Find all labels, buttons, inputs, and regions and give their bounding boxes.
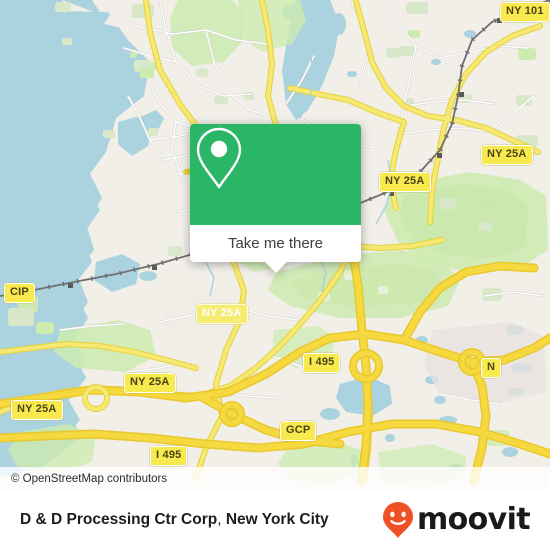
popup-tail — [264, 262, 287, 273]
take-me-there-label: Take me there — [227, 235, 324, 252]
shield-i-495-south: I 495 — [150, 446, 188, 466]
map-pin-icon — [196, 127, 242, 189]
map-canvas[interactable]: NY 101 NY 25A NY 25A CIP NY 25A I 495 N … — [0, 0, 550, 490]
moovit-pin-smiley-icon — [382, 502, 413, 538]
shield-ny-25a-center: NY 25A — [196, 304, 248, 324]
place-city: New York City — [225, 511, 329, 528]
osm-attribution-bar: © OpenStreetMap contributors — [0, 467, 550, 490]
shield-i-495-east: I 495 — [303, 353, 341, 373]
place-caption: D & D Processing Ctr Corp, New York City — [0, 511, 329, 529]
location-popup-card[interactable]: Take me there — [190, 124, 361, 273]
screenshot-root: NY 101 NY 25A NY 25A CIP NY 25A I 495 N … — [0, 0, 550, 550]
shield-ny-25a-ne: NY 25A — [481, 145, 533, 165]
shield-gcp: GCP — [280, 421, 317, 441]
footer-bar: D & D Processing Ctr Corp, New York City… — [0, 490, 550, 550]
caption-separator: , — [217, 511, 226, 528]
moovit-brand[interactable]: moovit — [381, 501, 550, 539]
popup-pin-panel — [190, 124, 361, 225]
popup-action-bar[interactable]: Take me there — [190, 225, 361, 273]
shield-n-route: N — [481, 358, 502, 378]
shield-ny-25a-sw: NY 25A — [124, 373, 176, 393]
place-name: D & D Processing Ctr Corp — [20, 511, 218, 528]
osm-attribution-text: © OpenStreetMap contributors — [11, 472, 168, 485]
shield-cip: CIP — [4, 283, 35, 303]
shield-ny-101: NY 101 — [500, 2, 550, 22]
shield-ny-25a-n: NY 25A — [379, 172, 431, 192]
moovit-wordmark: moovit — [416, 502, 531, 537]
shield-ny-25a-w: NY 25A — [11, 400, 63, 420]
